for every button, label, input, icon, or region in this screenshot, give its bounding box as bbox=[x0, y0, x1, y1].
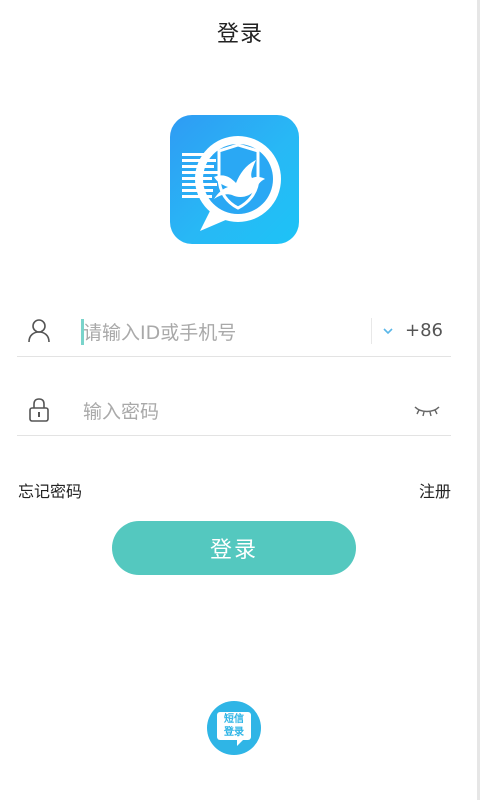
login-button[interactable]: 登录 bbox=[112, 521, 356, 575]
sms-login-button[interactable]: 短信 登录 bbox=[207, 701, 261, 755]
sms-login-label: 短信 登录 bbox=[217, 713, 251, 739]
text-cursor bbox=[81, 319, 84, 345]
sms-bubble-tail bbox=[237, 739, 244, 746]
account-row: +86 bbox=[17, 308, 451, 357]
account-input[interactable] bbox=[81, 316, 365, 350]
forgot-password-link[interactable]: 忘记密码 bbox=[18, 478, 82, 502]
country-code[interactable]: +86 bbox=[405, 320, 443, 341]
sms-login-label-line2: 登录 bbox=[224, 727, 244, 738]
password-input[interactable] bbox=[81, 395, 365, 429]
chevron-down-icon[interactable] bbox=[381, 324, 395, 338]
eye-closed-icon[interactable] bbox=[413, 401, 441, 419]
user-icon bbox=[28, 319, 50, 343]
app-logo bbox=[170, 115, 299, 244]
chat-shield-dove-icon bbox=[182, 136, 281, 231]
register-link[interactable]: 注册 bbox=[419, 478, 451, 502]
lock-icon bbox=[29, 398, 49, 422]
page-title: 登录 bbox=[216, 22, 263, 47]
password-row bbox=[17, 387, 451, 436]
sms-login-label-line1: 短信 bbox=[224, 714, 244, 725]
country-code-divider bbox=[371, 318, 372, 344]
